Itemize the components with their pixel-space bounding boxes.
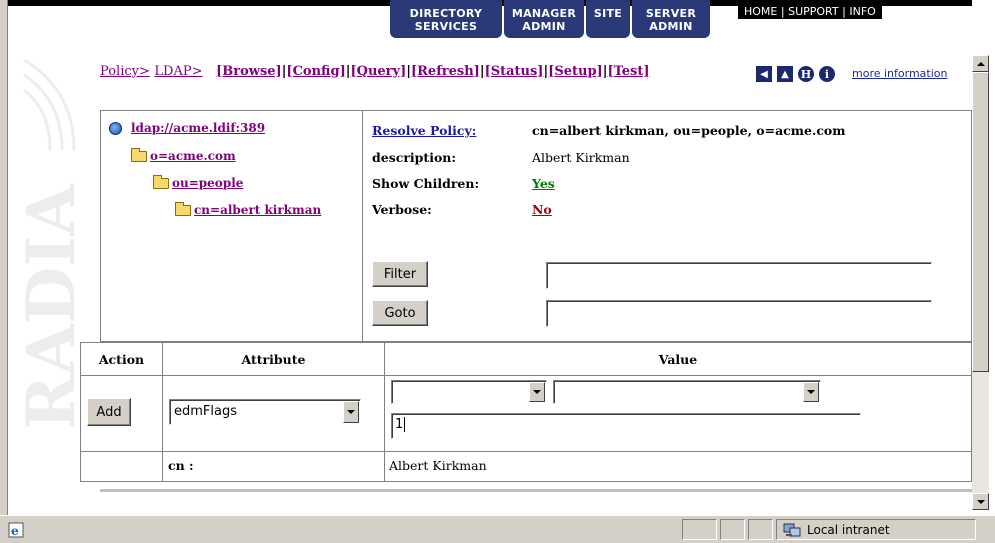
cn-row-action-cell [80, 451, 163, 482]
scroll-thumb[interactable] [972, 72, 989, 372]
top-links: HOME | SUPPORT | INFO [738, 5, 882, 19]
folder-open-icon [175, 201, 191, 216]
folder-icon [153, 174, 169, 189]
tree-item-label[interactable]: ou=people [172, 176, 243, 190]
info-icon[interactable]: i [819, 66, 835, 82]
separator: | [780, 5, 785, 18]
tree-item-label[interactable]: cn=albert kirkman [194, 203, 321, 217]
resolve-policy-link[interactable]: Resolve Policy: [372, 123, 476, 138]
tab-line1: SITE [593, 7, 623, 20]
info-link[interactable]: INFO [849, 5, 875, 18]
tab-line2: SERVICES [414, 20, 478, 33]
verbose-toggle[interactable]: No [532, 202, 552, 217]
add-row-action-cell: Add [80, 375, 163, 452]
ie-page-icon: e [8, 522, 24, 538]
tab-line1: SERVER [645, 7, 697, 20]
value-input[interactable]: 1 [391, 413, 861, 439]
home-link[interactable]: HOME [744, 5, 777, 18]
value-input-text: 1 [395, 417, 404, 432]
tree-item-label[interactable]: o=acme.com [150, 149, 236, 163]
show-children-label: Show Children: [372, 176, 480, 191]
setup-link[interactable]: [Setup] [548, 64, 603, 79]
help-icon[interactable]: H [798, 66, 814, 82]
column-header-attribute: Attribute [162, 342, 385, 376]
support-link[interactable]: SUPPORT [788, 5, 839, 18]
tab-line2: ADMIN [649, 20, 693, 33]
attribute-table: Action Attribute Value Add edmFlags 1 cn… [80, 342, 972, 482]
policy-panel: ldap://acme.ldif:389 o=acme.com ou=peopl… [100, 110, 972, 342]
status-bar: e Local intranet [0, 515, 995, 543]
tab-site[interactable]: SITE [586, 0, 630, 38]
ldap-tree: ldap://acme.ldif:389 o=acme.com ou=peopl… [101, 111, 363, 341]
globe-icon [109, 121, 122, 135]
breadcrumb: Policy> LDAP> [Browse]|[Config]|[Query]|… [100, 64, 650, 79]
status-pane [720, 519, 745, 540]
browse-link[interactable]: [Browse] [216, 64, 282, 79]
intranet-icon [783, 523, 801, 536]
vertical-scrollbar[interactable] [972, 55, 989, 510]
scroll-down-button[interactable] [972, 493, 989, 510]
zone-pane: Local intranet [776, 519, 976, 540]
scroll-up-button[interactable] [972, 55, 989, 72]
add-row-attribute-cell: edmFlags [162, 375, 385, 452]
horizontal-divider [100, 489, 972, 492]
status-pane [682, 519, 717, 540]
more-information-link[interactable]: more information [852, 67, 947, 80]
chevron-down-icon[interactable] [803, 382, 819, 402]
goto-input[interactable] [546, 300, 932, 327]
tab-server-admin[interactable]: SERVER ADMIN [632, 0, 710, 38]
attribute-select-value: edmFlags [174, 404, 237, 419]
tab-directory-services[interactable]: DIRECTORY SERVICES [390, 0, 502, 38]
tab-line1: DIRECTORY [409, 7, 483, 20]
tree-root-link[interactable]: ldap://acme.ldif:389 [131, 121, 265, 135]
chevron-down-icon[interactable] [343, 401, 359, 423]
description-value: Albert Kirkman [532, 150, 630, 165]
value-type-select[interactable] [391, 380, 547, 404]
main-navigation: DIRECTORY SERVICES MANAGER ADMIN SITE SE… [390, 0, 972, 40]
tree-item-org[interactable]: o=acme.com [131, 147, 236, 163]
value-option-select[interactable] [553, 380, 821, 404]
tab-line2: ADMIN [522, 20, 566, 33]
svg-text:e: e [11, 524, 19, 538]
attribute-select[interactable]: edmFlags [169, 399, 361, 425]
refresh-link[interactable]: [Refresh] [411, 64, 480, 79]
separator: | [842, 5, 846, 18]
goto-button[interactable]: Goto [372, 300, 428, 326]
tree-item-ou[interactable]: ou=people [153, 174, 243, 190]
properties-pane: Resolve Policy: cn=albert kirkman, ou=pe… [364, 111, 971, 341]
breadcrumb-policy[interactable]: Policy> [100, 64, 150, 79]
back-arrow-icon[interactable]: ◀ [756, 66, 772, 82]
column-header-value: Value [384, 342, 972, 376]
query-link[interactable]: [Query] [350, 64, 406, 79]
config-link[interactable]: [Config] [286, 64, 345, 79]
tree-root[interactable]: ldap://acme.ldif:389 [109, 121, 265, 135]
cn-value: Albert Kirkman [384, 451, 972, 482]
verbose-label: Verbose: [372, 202, 432, 217]
window-left-border [0, 0, 8, 515]
zone-label: Local intranet [807, 522, 890, 537]
column-header-action: Action [80, 342, 163, 376]
description-label: description: [372, 150, 456, 165]
breadcrumb-ldap[interactable]: LDAP> [154, 64, 202, 79]
show-children-toggle[interactable]: Yes [532, 176, 555, 191]
tree-item-cn[interactable]: cn=albert kirkman [175, 201, 321, 217]
watermark-text: RADIA [14, 184, 84, 430]
status-pane [748, 519, 773, 540]
add-row-value-cell: 1 [384, 375, 972, 452]
radia-watermark: RADIA [14, 60, 84, 440]
resolve-policy-value: cn=albert kirkman, ou=people, o=acme.com [532, 123, 846, 138]
filter-button[interactable]: Filter [372, 261, 428, 287]
up-arrow-icon[interactable]: ▲ [777, 66, 793, 82]
test-link[interactable]: [Test] [607, 64, 649, 79]
tab-line1: MANAGER [511, 7, 577, 20]
status-link[interactable]: [Status] [485, 64, 544, 79]
nav-icons: ◀ ▲ H i [756, 66, 835, 82]
cn-attribute-label: cn : [162, 451, 385, 482]
add-button[interactable]: Add [87, 398, 131, 426]
chevron-down-icon[interactable] [529, 382, 545, 402]
tab-manager-admin[interactable]: MANAGER ADMIN [504, 0, 584, 38]
filter-input[interactable] [546, 262, 932, 289]
folder-icon [131, 147, 147, 162]
